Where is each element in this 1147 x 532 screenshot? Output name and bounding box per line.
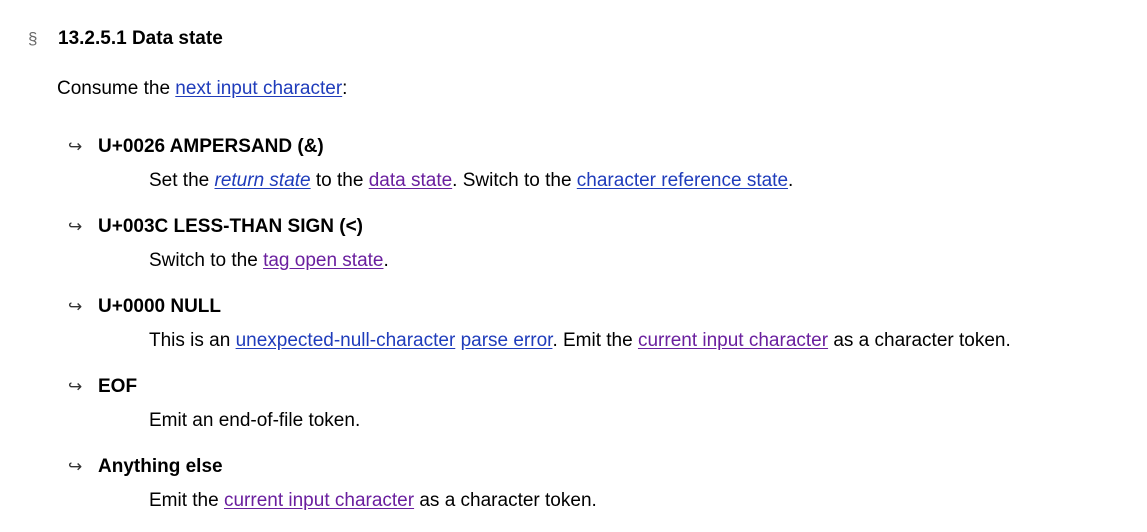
case-title: ↪ U+0026 AMPERSAND (&)	[68, 136, 793, 162]
case-text: .	[383, 250, 389, 271]
case-description: Emit the current input character as a ch…	[149, 490, 597, 512]
case-description: Switch to the tag open state.	[149, 250, 389, 272]
tag-open-state-link[interactable]: tag open state	[263, 250, 383, 271]
case-anything-else: ↪ Anything else Emit the current input c…	[68, 456, 597, 512]
return-state-link-text: return state	[214, 170, 311, 191]
case-title: ↪ EOF	[68, 376, 360, 402]
intro-colon: :	[342, 78, 348, 99]
case-title-text: EOF	[98, 376, 138, 397]
case-text: This is an	[149, 330, 236, 351]
case-title-text: U+0026 AMPERSAND (&)	[98, 136, 324, 157]
case-text: .	[788, 170, 794, 191]
case-less-than-sign: ↪ U+003C LESS-THAN SIGN (<) Switch to th…	[68, 216, 389, 272]
case-text: as a character token.	[828, 330, 1011, 351]
character-reference-state-link[interactable]: character reference state	[577, 170, 788, 191]
hook-arrow-icon: ↪	[68, 297, 83, 316]
current-input-character-link[interactable]: current input character	[224, 490, 414, 511]
case-text: to the	[310, 170, 369, 191]
return-state-link[interactable]: return state	[215, 170, 311, 191]
hook-arrow-icon: ↪	[68, 217, 83, 236]
section-heading: § 13.2.5.1 Data state	[28, 28, 223, 50]
case-title: ↪ U+003C LESS-THAN SIGN (<)	[68, 216, 389, 242]
case-null: ↪ U+0000 NULL This is an unexpected-null…	[68, 296, 1011, 352]
case-text: Emit an end-of-file token.	[149, 410, 361, 431]
case-description: Set the return state to the data state. …	[149, 170, 793, 192]
hook-arrow-icon: ↪	[68, 137, 83, 156]
case-text: Emit the	[149, 490, 224, 511]
parse-error-link[interactable]: parse error	[461, 330, 553, 351]
case-title-text: Anything else	[98, 456, 223, 477]
page-title: 13.2.5.1 Data state	[58, 28, 223, 49]
section-sign-icon[interactable]: §	[28, 29, 58, 49]
case-text: . Emit the	[552, 330, 638, 351]
hook-arrow-icon: ↪	[68, 377, 83, 396]
intro-paragraph: Consume the next input character:	[57, 78, 347, 100]
case-description: This is an unexpected-null-character par…	[149, 330, 1011, 352]
data-state-link[interactable]: data state	[369, 170, 452, 191]
case-title: ↪ Anything else	[68, 456, 597, 482]
intro-text: Consume the	[57, 78, 176, 99]
case-text: Set the	[149, 170, 215, 191]
case-description: Emit an end-of-file token.	[149, 410, 360, 432]
case-title: ↪ U+0000 NULL	[68, 296, 1011, 322]
case-title-text: U+003C LESS-THAN SIGN (<)	[98, 216, 363, 237]
current-input-character-link[interactable]: current input character	[638, 330, 828, 351]
case-text: . Switch to the	[452, 170, 577, 191]
case-eof: ↪ EOF Emit an end-of-file token.	[68, 376, 360, 432]
case-ampersand: ↪ U+0026 AMPERSAND (&) Set the return st…	[68, 136, 793, 192]
hook-arrow-icon: ↪	[68, 457, 83, 476]
case-title-text: U+0000 NULL	[98, 296, 222, 317]
case-text: Switch to the	[149, 250, 264, 271]
next-input-character-link[interactable]: next input character	[175, 78, 342, 99]
case-text: as a character token.	[414, 490, 597, 511]
unexpected-null-character-link[interactable]: unexpected-null-character	[236, 330, 456, 351]
